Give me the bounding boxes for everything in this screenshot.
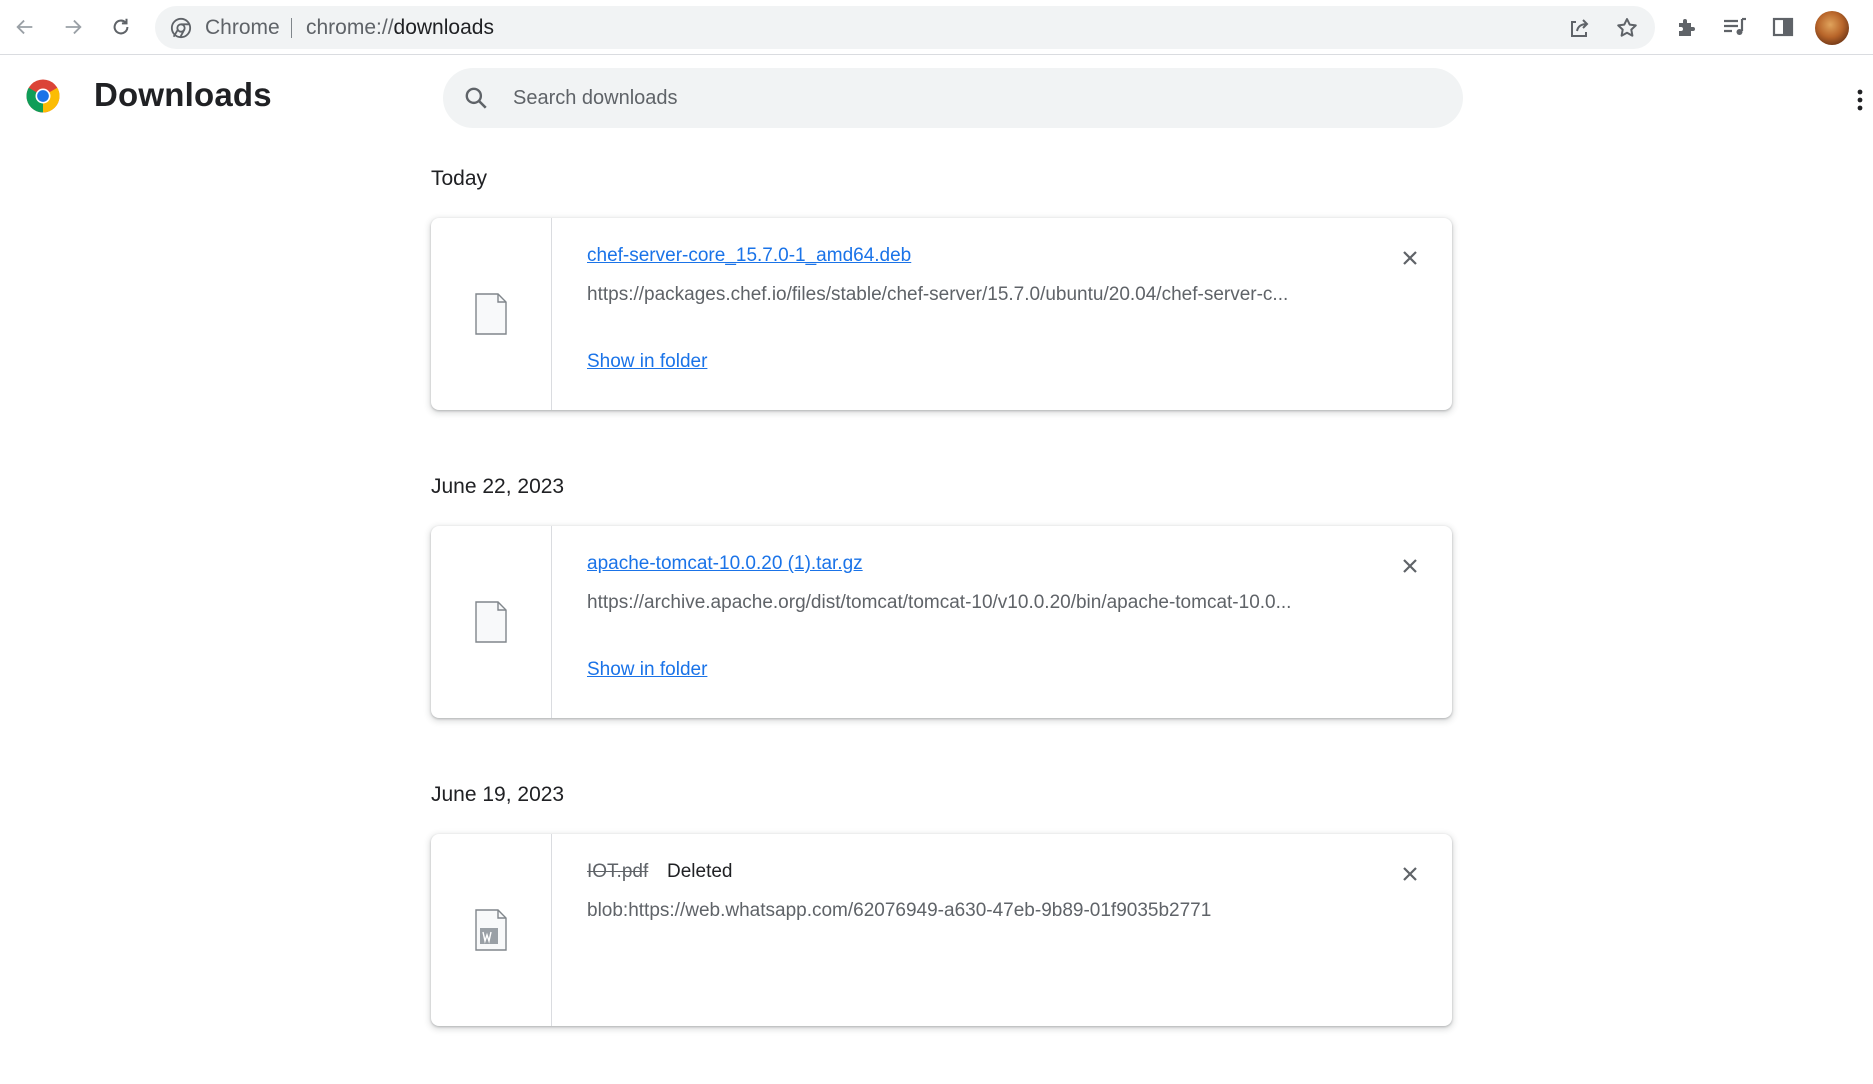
- remove-from-list-button[interactable]: [1393, 241, 1427, 275]
- playlist-music-icon: [1724, 17, 1746, 35]
- file-icon: [475, 601, 507, 643]
- url-path: downloads: [393, 16, 494, 39]
- close-icon: [1403, 867, 1417, 881]
- file-name-link[interactable]: chef-server-core_15.7.0-1_amd64.deb: [587, 245, 911, 267]
- date-heading: Today: [431, 167, 488, 190]
- star-icon: [1617, 18, 1637, 37]
- download-item-details: IOT.pdf Deleted blob:https://web.whatsap…: [587, 834, 1407, 1026]
- share-button[interactable]: [1565, 14, 1593, 42]
- file-icon: [475, 293, 507, 335]
- back-button[interactable]: [8, 10, 42, 44]
- close-icon: [1403, 559, 1417, 573]
- date-heading: June 19, 2023: [431, 783, 565, 806]
- reload-button[interactable]: [104, 10, 138, 44]
- more-actions-button[interactable]: [1848, 80, 1872, 120]
- forward-button[interactable]: [56, 10, 90, 44]
- more-vert-icon: [1857, 89, 1863, 111]
- page-title: Downloads: [94, 76, 272, 113]
- download-item: IOT.pdf Deleted blob:https://web.whatsap…: [431, 834, 1452, 1026]
- file-icon-column: [431, 526, 552, 718]
- puzzle-piece-icon: [1679, 19, 1695, 36]
- chrome-site-icon: [170, 17, 192, 39]
- file-icon-column: [431, 218, 552, 410]
- download-item: chef-server-core_15.7.0-1_amd64.deb http…: [431, 218, 1452, 410]
- url-scheme: chrome://: [306, 16, 394, 39]
- search-input[interactable]: [511, 68, 1411, 128]
- download-status: Deleted: [667, 861, 733, 882]
- show-in-folder-link[interactable]: Show in folder: [587, 659, 707, 681]
- side-panel-button[interactable]: [1766, 10, 1800, 44]
- arrow-left-icon: [16, 19, 33, 35]
- show-in-folder-link[interactable]: Show in folder: [587, 351, 707, 373]
- media-controls-button[interactable]: [1718, 10, 1752, 44]
- file-name-deleted: IOT.pdf: [587, 861, 649, 882]
- download-item-details: apache-tomcat-10.0.20 (1).tar.gz https:/…: [587, 526, 1407, 718]
- share-icon: [1571, 19, 1589, 37]
- download-item-details: chef-server-core_15.7.0-1_amd64.deb http…: [587, 218, 1407, 410]
- file-name-link[interactable]: apache-tomcat-10.0.20 (1).tar.gz: [587, 553, 863, 575]
- chrome-logo-icon: [26, 79, 60, 113]
- file-icon-column: [431, 834, 552, 1026]
- downloads-header: Downloads: [0, 56, 1873, 142]
- extensions-button[interactable]: [1670, 10, 1704, 44]
- remove-from-list-button[interactable]: [1393, 857, 1427, 891]
- download-item: apache-tomcat-10.0.20 (1).tar.gz https:/…: [431, 526, 1452, 718]
- side-panel-icon: [1772, 17, 1794, 37]
- browser-toolbar: Chrome chrome://downloads: [0, 0, 1873, 55]
- bookmark-button[interactable]: [1613, 14, 1641, 42]
- file-source-url: https://packages.chef.io/files/stable/ch…: [587, 284, 1289, 305]
- reload-icon: [113, 18, 129, 35]
- omnibox-separator: [291, 18, 292, 38]
- download-list: Today chef-server-core_15.7.0-1_amd64.de…: [431, 160, 1452, 1084]
- file-source-url: https://archive.apache.org/dist/tomcat/t…: [587, 592, 1292, 613]
- search-icon: [465, 87, 487, 109]
- date-heading: June 22, 2023: [431, 475, 565, 498]
- omnibox[interactable]: Chrome chrome://downloads: [155, 6, 1655, 49]
- omnibox-chip: Chrome: [205, 16, 280, 39]
- address-text[interactable]: chrome://downloads: [306, 6, 494, 49]
- arrow-right-icon: [65, 19, 82, 35]
- close-icon: [1403, 251, 1417, 265]
- search-box[interactable]: [443, 68, 1463, 128]
- word-file-icon: [475, 909, 507, 951]
- remove-from-list-button[interactable]: [1393, 549, 1427, 583]
- profile-avatar[interactable]: [1815, 11, 1849, 45]
- file-source-url: blob:https://web.whatsapp.com/62076949-a…: [587, 900, 1212, 921]
